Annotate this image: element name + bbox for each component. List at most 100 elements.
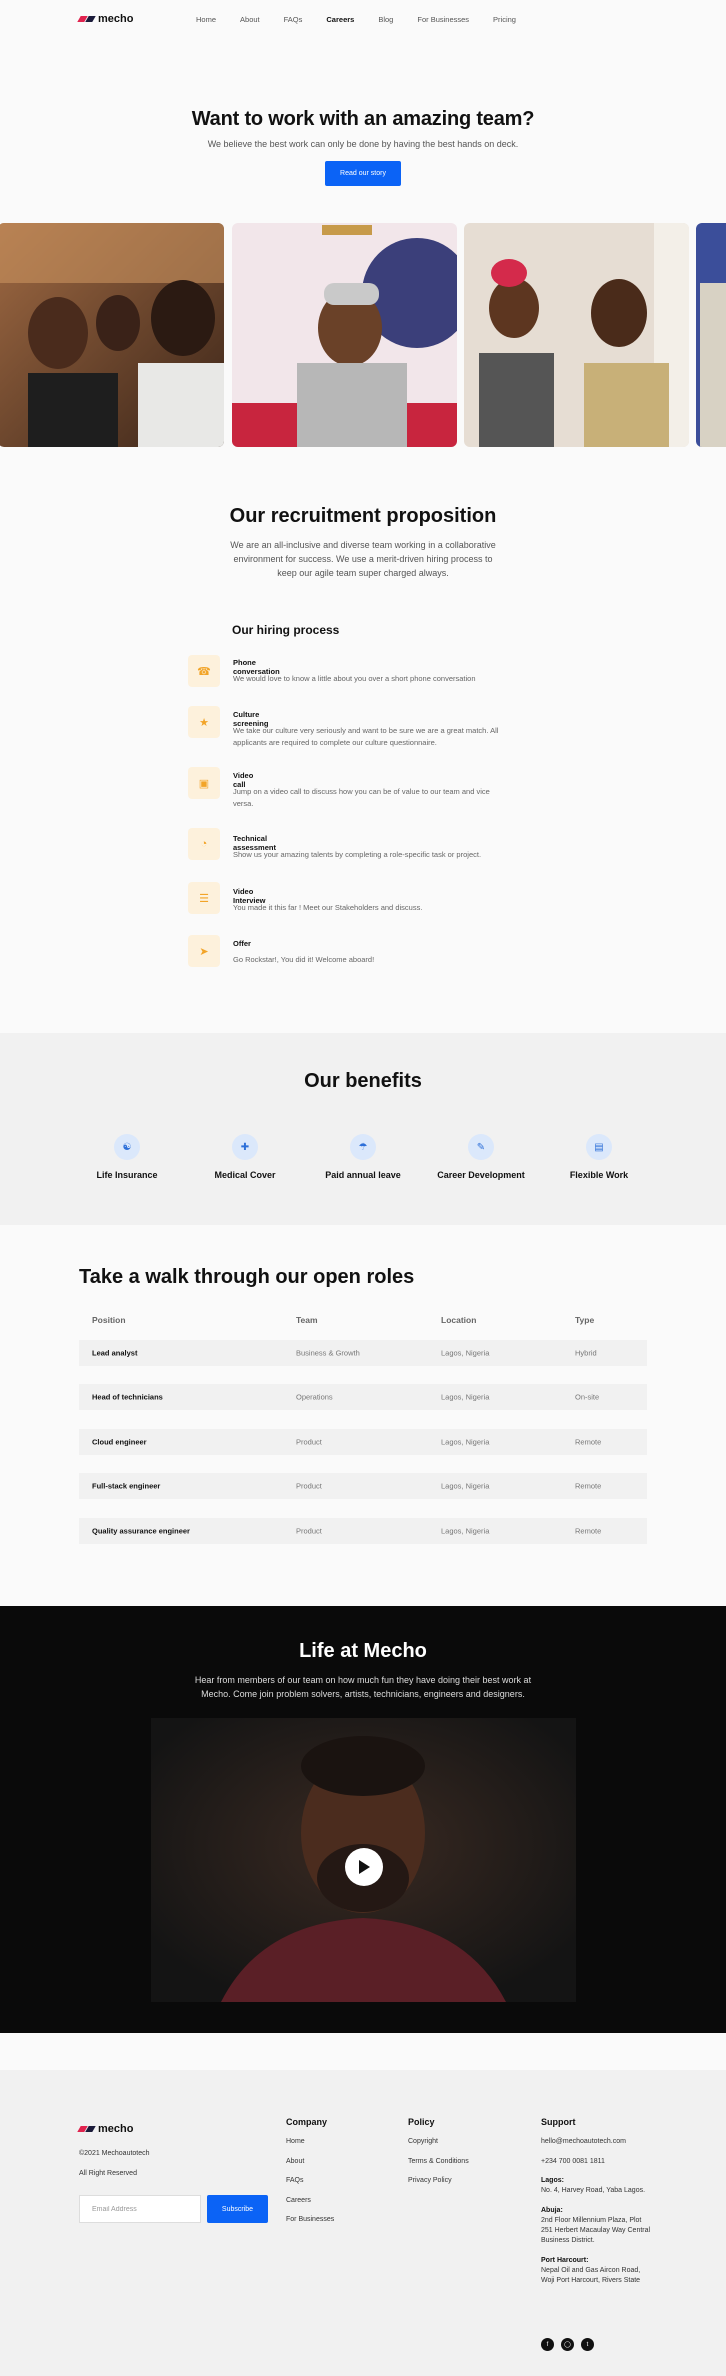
subscribe-button[interactable]: Subscribe [207, 2195, 268, 2223]
nav-for-businesses[interactable]: For Businesses [417, 15, 469, 24]
footer-link-careers[interactable]: Careers [286, 2196, 334, 2206]
hero-title: Want to work with an amazing team? [191, 108, 535, 130]
footer-link-privacy[interactable]: Privacy Policy [408, 2176, 469, 2186]
step-desc: We take our culture very seriously and w… [233, 726, 499, 747]
email-field[interactable] [79, 2195, 201, 2223]
role-position: Lead analyst [92, 1348, 138, 1358]
nav-careers[interactable]: Careers [326, 15, 354, 24]
benefit-item: ▤ Flexible Work [544, 1134, 654, 1180]
role-team: Product [296, 1526, 322, 1536]
benefit-item: ☯ Life Insurance [72, 1134, 182, 1180]
team-photo-carousel[interactable] [0, 223, 726, 447]
flexible-icon: ▤ [586, 1134, 612, 1160]
play-icon [359, 1860, 370, 1874]
footer-link-home[interactable]: Home [286, 2137, 334, 2147]
logo-text: mecho [98, 13, 134, 25]
table-row[interactable]: Full-stack engineer Product Lagos, Niger… [79, 1473, 647, 1499]
logo-text: mecho [98, 2123, 134, 2135]
table-row[interactable]: Cloud engineer Product Lagos, Nigeria Re… [79, 1429, 647, 1455]
address-abuja: Abuja: 2nd Floor Millennium Plaza, Plot … [541, 2206, 651, 2246]
interview-icon: ☰ [188, 882, 220, 914]
career-icon: ✎ [468, 1134, 494, 1160]
benefit-item: ✎ Career Development [426, 1134, 536, 1180]
roles-title: Take a walk through our open roles [79, 1266, 415, 1288]
offer-icon: ➤ [188, 935, 220, 967]
benefits-section: Our benefits ☯ Life Insurance ✚ Medical … [0, 1033, 726, 1225]
address-label: Port Harcourt: [541, 2257, 589, 2264]
footer-link-for-businesses[interactable]: For Businesses [286, 2215, 334, 2225]
umbrella-icon: ☂ [350, 1134, 376, 1160]
role-type: On-site [575, 1392, 600, 1402]
footer-link-faqs[interactable]: FAQs [286, 2176, 334, 2186]
support-email[interactable]: hello@mechoautotech.com [541, 2137, 651, 2147]
video-call-icon: ▣ [188, 767, 220, 799]
life-at-mecho-section: Life at Mecho Hear from members of our t… [0, 1606, 726, 2033]
address-label: Lagos: [541, 2177, 564, 2184]
role-team: Operations [296, 1392, 333, 1402]
role-team: Business & Growth [296, 1348, 360, 1358]
play-button[interactable] [345, 1848, 383, 1886]
support-phone[interactable]: +234 700 0081 1811 [541, 2157, 651, 2167]
top-nav: mecho Home About FAQs Careers Blog For B… [0, 0, 726, 38]
table-row[interactable]: Quality assurance engineer Product Lagos… [79, 1518, 647, 1544]
nav-home[interactable]: Home [196, 15, 216, 24]
benefit-label: Medical Cover [214, 1170, 276, 1180]
roles-table-header: Position Team Location Type [79, 1313, 647, 1327]
hero: Want to work with an amazing team? We be… [0, 38, 726, 186]
benefit-label: Career Development [437, 1170, 525, 1180]
role-team: Product [296, 1481, 322, 1491]
benefit-label: Flexible Work [569, 1170, 629, 1180]
logo[interactable]: mecho [77, 13, 134, 25]
support-heading: Support [541, 2117, 576, 2127]
copyright-text: ©2021 Mechoautotech [79, 2150, 150, 2157]
nav-faqs[interactable]: FAQs [284, 15, 303, 24]
copyright-block: ©2021 Mechoautotech All Right Reserved [79, 2149, 150, 2188]
role-location: Lagos, Nigeria [441, 1481, 490, 1491]
footer-link-about[interactable]: About [286, 2157, 334, 2167]
rights-text: All Right Reserved [79, 2169, 137, 2177]
benefit-item: ☂ Paid annual leave [308, 1134, 418, 1180]
role-location: Lagos, Nigeria [441, 1392, 490, 1402]
role-type: Hybrid [575, 1348, 597, 1358]
recruitment-section: Our recruitment proposition We are an al… [0, 505, 726, 580]
phone-icon: ☎ [188, 655, 220, 687]
address-label: Abuja: [541, 2207, 563, 2214]
header-team: Team [296, 1315, 318, 1325]
logo-mark-icon [77, 2126, 96, 2132]
role-location: Lagos, Nigeria [441, 1437, 490, 1447]
social-links: f ◯ t [541, 2338, 594, 2351]
facebook-icon[interactable]: f [541, 2338, 554, 2351]
company-heading: Company [286, 2117, 328, 2127]
address-text: No. 4, Harvey Road, Yaba Lagos. [541, 2187, 646, 2194]
footer: mecho ©2021 Mechoautotech All Right Rese… [0, 2070, 726, 2376]
header-location: Location [441, 1315, 477, 1325]
video-player[interactable] [151, 1718, 576, 2002]
life-insurance-icon: ☯ [114, 1134, 140, 1160]
medical-icon: ✚ [232, 1134, 258, 1160]
hero-subtitle: We believe the best work can only be don… [207, 139, 519, 149]
footer-policy: Policy Copyright Terms & Conditions Priv… [408, 2117, 469, 2196]
table-row[interactable]: Lead analyst Business & Growth Lagos, Ni… [79, 1340, 647, 1366]
careers-page: mecho Home About FAQs Careers Blog For B… [0, 0, 726, 2376]
nav-pricing[interactable]: Pricing [493, 15, 516, 24]
step-desc: Go Rockstar!, You did it! Welcome aboard… [233, 955, 375, 964]
open-roles-section: Take a walk through our open roles Posit… [79, 1266, 647, 1544]
step-desc: Show us your amazing talents by completi… [233, 850, 482, 859]
step-desc: We would love to know a little about you… [233, 674, 476, 683]
nav-about[interactable]: About [240, 15, 260, 24]
logo-mark-icon [77, 16, 96, 22]
table-row[interactable]: Head of technicians Operations Lagos, Ni… [79, 1384, 647, 1410]
team-photo-1 [0, 223, 224, 447]
read-story-button[interactable]: Read our story [325, 161, 401, 186]
role-position: Head of technicians [92, 1392, 163, 1402]
instagram-icon[interactable]: ◯ [561, 2338, 574, 2351]
life-title: Life at Mecho [299, 1640, 427, 1662]
nav-blog[interactable]: Blog [378, 15, 393, 24]
twitter-icon[interactable]: t [581, 2338, 594, 2351]
footer-link-terms[interactable]: Terms & Conditions [408, 2157, 469, 2167]
recruitment-title: Our recruitment proposition [229, 505, 497, 527]
footer-logo[interactable]: mecho [77, 2123, 134, 2135]
footer-link-copyright[interactable]: Copyright [408, 2137, 469, 2147]
address-lagos: Lagos: No. 4, Harvey Road, Yaba Lagos. [541, 2176, 651, 2196]
role-type: Remote [575, 1481, 602, 1491]
